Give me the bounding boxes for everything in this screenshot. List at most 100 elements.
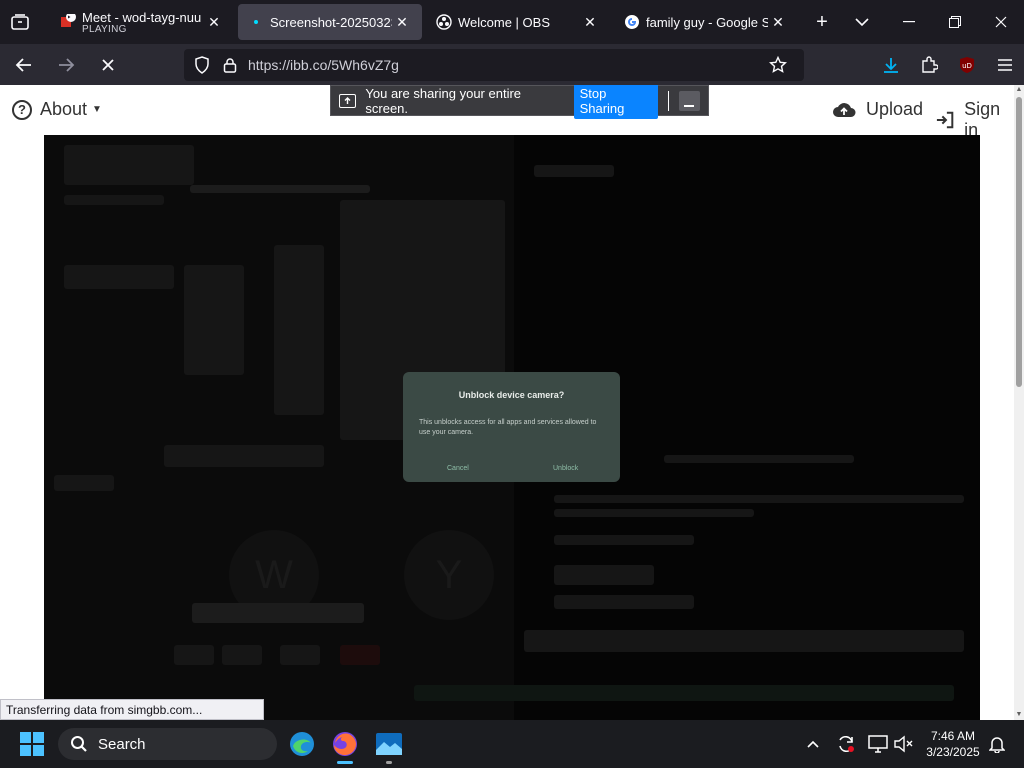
- share-bar-divider: [667, 90, 669, 111]
- window-controls: [886, 0, 1024, 44]
- minimize-icon: [903, 21, 915, 23]
- tab-obs[interactable]: Welcome | OBS ✕: [426, 4, 610, 40]
- bookmark-star-icon[interactable]: [768, 55, 788, 75]
- page-scrollbar[interactable]: ▲ ▼: [1014, 85, 1024, 720]
- new-tab-button[interactable]: +: [802, 0, 842, 44]
- sharing-message: You are sharing your entire screen.: [365, 85, 522, 116]
- sync-tray-button[interactable]: [832, 720, 860, 768]
- close-tab-icon[interactable]: ✕: [392, 12, 412, 32]
- start-button[interactable]: [12, 720, 52, 768]
- upload-button[interactable]: Upload: [832, 99, 923, 120]
- loading-dot-icon: [248, 14, 264, 30]
- tab-title: Screenshot-20250323-: [270, 14, 392, 30]
- clock-time: 7:46 AM: [930, 729, 976, 743]
- tab-google[interactable]: family guy - Google Se ✕: [614, 4, 798, 40]
- extensions-button[interactable]: [910, 49, 948, 81]
- show-hidden-icons-button[interactable]: [802, 720, 824, 768]
- windows-taskbar: Search 7:46 AM 3/23/2025: [0, 720, 1024, 768]
- google-icon: [624, 14, 640, 30]
- caret-down-icon: ▼: [92, 104, 102, 115]
- arrow-left-icon: [15, 57, 31, 72]
- scroll-down-arrow-icon[interactable]: ▼: [1014, 710, 1024, 720]
- list-all-tabs-button[interactable]: [842, 0, 882, 44]
- search-label: Search: [98, 735, 146, 753]
- firefox-icon: [333, 732, 357, 756]
- tab-title: Meet - wod-tayg-nuu: [82, 9, 202, 25]
- minimize-indicator-button[interactable]: [678, 90, 701, 111]
- restore-icon: [949, 16, 961, 28]
- clock-date: 3/23/2025: [926, 745, 980, 759]
- firefox-view-icon: [11, 14, 29, 30]
- dialog-body: This unblocks access for all apps and se…: [419, 419, 597, 436]
- stop-x-icon: [102, 58, 114, 71]
- edge-icon: [290, 732, 314, 756]
- chevron-down-icon: [855, 18, 869, 27]
- app-menu-button[interactable]: [986, 49, 1024, 81]
- bell-icon: [989, 737, 1005, 753]
- stop-sharing-button[interactable]: Stop Sharing: [573, 85, 658, 119]
- participant-avatar: Y: [404, 530, 494, 620]
- help-circle-icon: ?: [12, 99, 32, 120]
- navigation-toolbar: https://ibb.co/5Wh6vZ7g uD: [0, 44, 1024, 85]
- taskbar-edge[interactable]: [282, 720, 322, 768]
- url-bar[interactable]: https://ibb.co/5Wh6vZ7g: [184, 48, 804, 81]
- minimize-icon: [684, 104, 695, 107]
- downloads-button[interactable]: [872, 49, 910, 81]
- camera-unblock-dialog-image: Unblock device camera? This unblocks acc…: [403, 372, 620, 482]
- tab-title: Welcome | OBS: [458, 14, 550, 30]
- minimize-button[interactable]: [886, 0, 932, 44]
- screen-sharing-indicator: You are sharing your entire screen. Stop…: [330, 85, 709, 119]
- sign-in-icon: [936, 111, 954, 129]
- scrollbar-thumb[interactable]: [1016, 97, 1022, 387]
- volume-tray-button[interactable]: [891, 720, 915, 768]
- close-tab-icon[interactable]: ✕: [768, 12, 788, 32]
- cloud-upload-icon: [833, 102, 856, 117]
- close-tab-icon[interactable]: ✕: [204, 12, 224, 32]
- close-icon: [995, 16, 1007, 28]
- windows-logo-icon: [20, 732, 44, 756]
- dialog-cancel: Cancel: [447, 465, 469, 472]
- sync-icon: [839, 736, 854, 752]
- tab-playing-label: PLAYING: [82, 23, 127, 35]
- back-button[interactable]: [6, 49, 42, 81]
- taskbar-firefox[interactable]: [325, 720, 365, 768]
- lock-icon[interactable]: [220, 55, 240, 75]
- taskbar-search[interactable]: Search: [58, 728, 277, 760]
- stop-loading-button[interactable]: [90, 49, 126, 81]
- about-menu[interactable]: ? About ▼: [12, 99, 102, 120]
- tab-title: family guy - Google Se: [646, 14, 768, 30]
- tracking-protection-icon[interactable]: [192, 55, 212, 75]
- system-clock[interactable]: 7:46 AM 3/23/2025: [918, 728, 988, 760]
- ublock-origin-button[interactable]: uD: [948, 49, 986, 81]
- meet-icon: [60, 14, 76, 30]
- url-text[interactable]: https://ibb.co/5Wh6vZ7g: [248, 57, 399, 73]
- search-icon: [71, 736, 87, 752]
- tab-meet[interactable]: Meet - wod-tayg-nuu PLAYING ✕: [50, 4, 234, 40]
- arrow-right-icon: [59, 57, 75, 72]
- firefox-view-button[interactable]: [0, 0, 40, 44]
- upload-label: Upload: [866, 99, 924, 119]
- close-window-button[interactable]: [978, 0, 1024, 44]
- display-tray-button[interactable]: [864, 720, 892, 768]
- image-viewer[interactable]: W Y Unblock device camera? This unblocks…: [44, 135, 980, 720]
- running-app-indicator: [386, 761, 392, 764]
- plus-icon: +: [816, 10, 828, 33]
- hamburger-menu-icon: [998, 58, 1012, 71]
- notifications-button[interactable]: [986, 720, 1008, 768]
- restore-button[interactable]: [932, 0, 978, 44]
- speaker-muted-icon: [894, 735, 913, 753]
- dialog-unblock: Unblock: [553, 465, 579, 472]
- tab-strip: Meet - wod-tayg-nuu PLAYING ✕ Screenshot…: [0, 0, 1024, 44]
- puzzle-icon: [922, 55, 938, 73]
- taskbar-photos[interactable]: [368, 720, 410, 768]
- status-panel: Transferring data from simgbb.com...: [0, 699, 264, 720]
- download-icon: [884, 57, 898, 73]
- obs-icon: [436, 14, 452, 30]
- forward-button[interactable]: [48, 49, 84, 81]
- close-tab-icon[interactable]: ✕: [580, 12, 600, 32]
- svg-text:uD: uD: [962, 62, 972, 70]
- active-app-indicator: [337, 761, 353, 764]
- ublock-shield-icon: uD: [960, 56, 974, 73]
- scroll-up-arrow-icon[interactable]: ▲: [1014, 85, 1024, 95]
- tab-screenshot[interactable]: Screenshot-20250323- ✕: [238, 4, 422, 40]
